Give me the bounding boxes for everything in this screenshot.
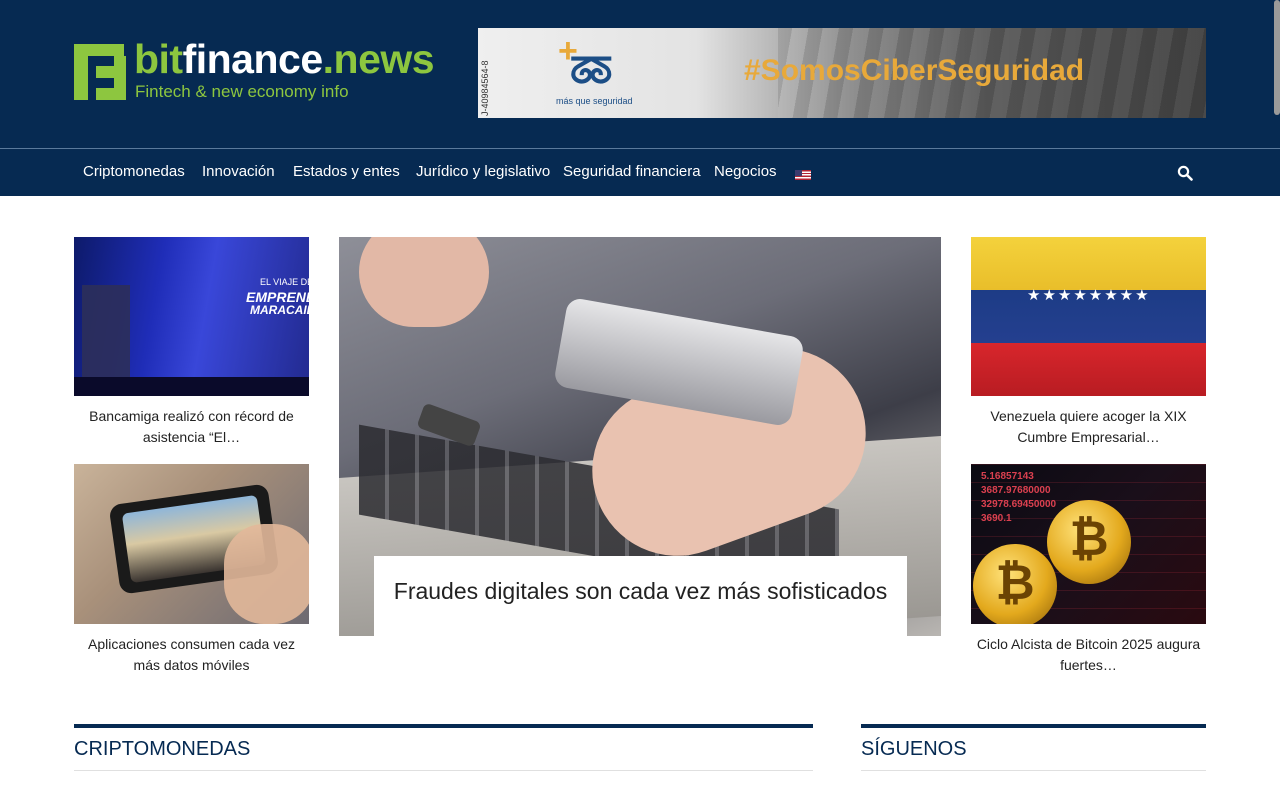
section-title-siguenos: SÍGUENOS bbox=[861, 738, 967, 760]
nav-item-estados[interactable]: Estados y entes bbox=[293, 163, 400, 180]
logo-tagline: Fintech & new economy info bbox=[135, 82, 349, 101]
search-icon[interactable] bbox=[1177, 165, 1193, 181]
article-title-venezuela[interactable]: Venezuela quiere acoger la XIX Cumbre Em… bbox=[971, 406, 1206, 448]
site-logo[interactable]: bitfinance.news Fintech & new economy in… bbox=[74, 36, 435, 104]
article-thumb-bancamiga[interactable]: EL VIAJE DEL EMPRENDEDOR MARACAIBO bbox=[74, 237, 309, 396]
hero-title-box[interactable]: Fraudes digitales son cada vez más sofis… bbox=[374, 556, 907, 636]
bitcoin-coin-icon: ₿ bbox=[1047, 500, 1131, 584]
banner-registration-text: J-40984564-8 bbox=[480, 60, 490, 116]
bitcoin-coin-icon: ₿ bbox=[973, 544, 1057, 624]
article-thumb-venezuela[interactable]: ★★★★★★★★ bbox=[971, 237, 1206, 396]
nav-item-seguridad[interactable]: Seguridad financiera bbox=[563, 163, 701, 180]
section-rule-siguenos bbox=[861, 724, 1206, 728]
image-numbers: 5.16857143 3687.97680000 32978.69450000 … bbox=[981, 471, 1057, 524]
logo-mark-icon bbox=[74, 44, 126, 100]
section-divider bbox=[74, 770, 813, 771]
main-nav: Criptomonedas Innovación Estados y entes… bbox=[0, 148, 1280, 196]
logo-wordmark: bitfinance.news bbox=[134, 36, 435, 82]
banner-hashtag: #SomosCiberSeguridad bbox=[744, 54, 1085, 87]
section-rule-criptomonedas bbox=[74, 724, 813, 728]
site-header: bitfinance.news Fintech & new economy in… bbox=[0, 0, 1280, 148]
section-title-criptomonedas[interactable]: CRIPTOMONEDAS bbox=[74, 738, 250, 761]
article-thumb-bitcoin[interactable]: 5.16857143 3687.97680000 32978.69450000 … bbox=[971, 464, 1206, 624]
banner-brand-small: más que seguridad bbox=[556, 96, 633, 106]
article-title-aplicaciones[interactable]: Aplicaciones consumen cada vez más datos… bbox=[74, 634, 309, 676]
nav-item-criptomonedas[interactable]: Criptomonedas bbox=[83, 163, 185, 180]
hero-article-title[interactable]: Fraudes digitales son cada vez más sofis… bbox=[374, 578, 907, 605]
ad-banner[interactable]: J-40984564-8 + ᘔᘕ más que seguridad #Som… bbox=[478, 28, 1206, 118]
image-text: EL VIAJE DEL bbox=[260, 277, 309, 287]
nav-item-juridico[interactable]: Jurídico y legislativo bbox=[416, 163, 550, 180]
banner-brand-logo: + ᘔᘕ más que seguridad bbox=[556, 32, 646, 110]
flag-stars-icon: ★★★★★★★★ bbox=[1027, 287, 1151, 304]
article-title-bancamiga[interactable]: Bancamiga realizó con récord de asistenc… bbox=[74, 406, 309, 448]
article-title-bitcoin[interactable]: Ciclo Alcista de Bitcoin 2025 augura fue… bbox=[971, 634, 1206, 676]
brand-swirl-icon: ᘔᘕ bbox=[570, 50, 613, 91]
page-scrollbar[interactable] bbox=[1274, 0, 1280, 115]
image-text: MARACAIBO bbox=[250, 303, 309, 317]
nav-item-negocios[interactable]: Negocios bbox=[714, 163, 777, 180]
nav-item-innovacion[interactable]: Innovación bbox=[202, 163, 275, 180]
us-flag-icon[interactable] bbox=[795, 170, 811, 180]
section-divider bbox=[861, 770, 1206, 771]
article-thumb-aplicaciones[interactable] bbox=[74, 464, 309, 624]
